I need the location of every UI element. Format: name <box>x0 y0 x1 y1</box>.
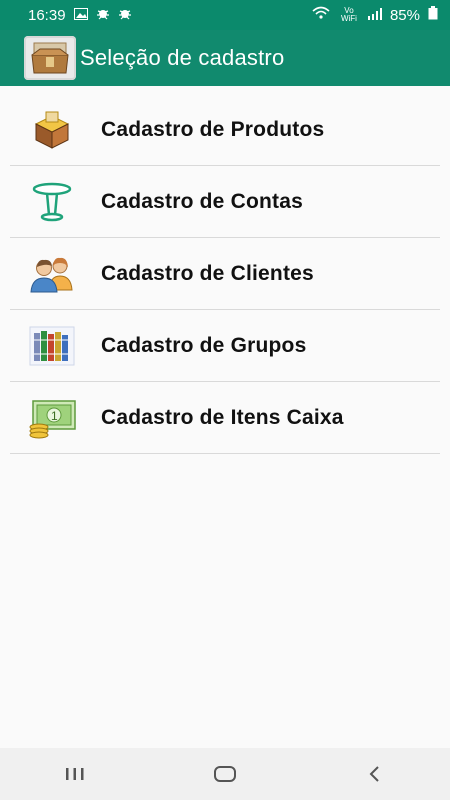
bug-icon <box>96 6 110 24</box>
menu-item-grupos[interactable]: Cadastro de Grupos <box>10 310 440 382</box>
menu-item-label: Cadastro de Produtos <box>101 117 325 141</box>
package-icon <box>26 108 78 152</box>
wifi-icon <box>312 6 330 24</box>
menu-item-label: Cadastro de Contas <box>101 189 303 213</box>
books-icon <box>26 324 78 368</box>
menu-item-itens-caixa[interactable]: 1 Cadastro de Itens Caixa <box>10 382 440 454</box>
back-icon <box>369 766 379 782</box>
menu-item-label: Cadastro de Clientes <box>101 261 314 285</box>
battery-percent: 85% <box>389 6 420 24</box>
box-icon <box>24 36 76 80</box>
recent-apps-button[interactable] <box>45 754 105 794</box>
battery-icon <box>428 6 438 24</box>
signal-icon <box>367 7 382 24</box>
system-nav-bar <box>0 748 450 800</box>
menu-item-label: Cadastro de Grupos <box>101 333 307 357</box>
status-time: 16:39 <box>28 6 66 24</box>
status-bar: 16:39 Vo WiFi 85% <box>0 0 450 30</box>
menu-item-contas[interactable]: Cadastro de Contas <box>10 166 440 238</box>
money-icon: 1 <box>26 396 78 440</box>
menu-item-label: Cadastro de Itens Caixa <box>101 405 344 429</box>
users-icon <box>26 252 78 296</box>
bug-icon <box>118 6 132 24</box>
table-icon <box>26 180 78 224</box>
app-bar: Seleção de cadastro <box>0 30 450 86</box>
menu-item-clientes[interactable]: Cadastro de Clientes <box>10 238 440 310</box>
menu-item-produtos[interactable]: Cadastro de Produtos <box>10 94 440 166</box>
back-button[interactable] <box>345 754 405 794</box>
home-button[interactable] <box>195 754 255 794</box>
svg-text:1: 1 <box>51 409 58 423</box>
gallery-icon <box>73 7 88 24</box>
page-title: Seleção de cadastro <box>80 45 285 70</box>
home-icon <box>214 766 236 782</box>
recent-apps-icon <box>66 768 84 780</box>
menu-list: Cadastro de Produtos Cadastro de Contas … <box>10 94 440 454</box>
vowifi-label: Vo WiFi <box>340 6 357 23</box>
